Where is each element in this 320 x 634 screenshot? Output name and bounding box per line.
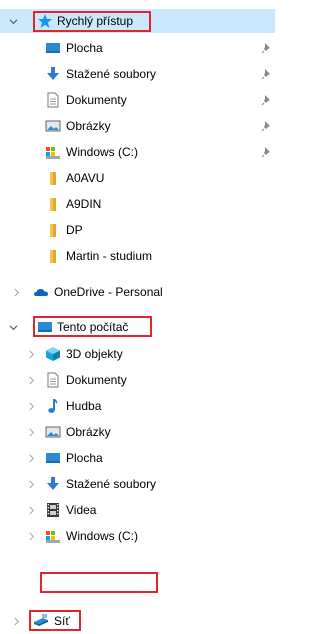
folder-icon xyxy=(45,170,61,186)
nav-label: Dokumenty xyxy=(66,93,127,107)
chevron-right-icon[interactable] xyxy=(26,479,36,489)
desktop-icon xyxy=(45,450,61,466)
nav-label: Dokumenty xyxy=(66,373,127,387)
nav-label: Stažené soubory xyxy=(66,67,157,81)
nav-label: 3D objekty xyxy=(66,347,123,361)
pin-icon[interactable] xyxy=(261,94,273,106)
highlight-box xyxy=(33,11,151,32)
highlight-box xyxy=(40,572,158,593)
nav-item-plocha[interactable]: Plocha xyxy=(0,36,275,60)
download-arrow-icon xyxy=(45,66,61,82)
document-icon xyxy=(45,372,61,388)
drive-icon xyxy=(45,528,61,544)
nav-item-stazene-soubory[interactable]: Stažené soubory xyxy=(0,62,275,86)
nav-label: Windows (C:) xyxy=(66,529,139,543)
nav-label: DP xyxy=(66,223,83,237)
nav-label: A0AVU xyxy=(66,171,105,185)
chevron-right-icon[interactable] xyxy=(26,453,36,463)
chevron-right-icon[interactable] xyxy=(26,375,36,385)
nav-label: Plocha xyxy=(66,41,103,55)
nav-item-plocha-pc[interactable]: Plocha xyxy=(0,446,275,470)
chevron-down-icon[interactable] xyxy=(8,322,18,332)
chevron-right-icon[interactable] xyxy=(11,616,21,626)
nav-label: Hudba xyxy=(66,399,102,413)
folder-icon xyxy=(45,222,61,238)
nav-item-obrazky-pc[interactable]: Obrázky xyxy=(0,420,275,444)
chevron-right-icon[interactable] xyxy=(26,505,36,515)
nav-label: Plocha xyxy=(66,451,103,465)
nav-label: Obrázky xyxy=(66,425,111,439)
nav-item-hudba[interactable]: Hudba xyxy=(0,394,275,418)
desktop-icon xyxy=(45,40,61,56)
nav-item-obrazky[interactable]: Obrázky xyxy=(0,114,275,138)
highlight-box xyxy=(33,316,152,337)
document-icon xyxy=(45,92,61,108)
chevron-right-icon[interactable] xyxy=(26,401,36,411)
nav-label: Martin - studium xyxy=(66,249,153,263)
nav-label: Stažené soubory xyxy=(66,477,157,491)
cloud-icon xyxy=(33,284,49,300)
nav-item-windows-c[interactable]: Windows (C:) xyxy=(0,140,275,164)
drive-icon xyxy=(45,144,61,160)
pictures-icon xyxy=(45,424,61,440)
nav-item-a0avu[interactable]: A0AVU xyxy=(0,166,275,190)
nav-item-dokumenty[interactable]: Dokumenty xyxy=(0,88,275,112)
nav-item-windows-c-pc[interactable]: Windows (C:) xyxy=(0,524,275,548)
nav-item-a9din[interactable]: A9DIN xyxy=(0,192,275,216)
nav-item-martin-studium[interactable]: Martin - studium xyxy=(0,244,275,268)
nav-label: A9DIN xyxy=(66,197,102,211)
film-icon xyxy=(45,502,61,518)
nav-label: OneDrive - Personal xyxy=(54,285,163,299)
highlight-box xyxy=(29,610,81,631)
chevron-right-icon[interactable] xyxy=(26,531,36,541)
nav-label: Windows (C:) xyxy=(66,145,139,159)
nav-label: Videa xyxy=(66,503,97,517)
folder-icon xyxy=(45,248,61,264)
chevron-right-icon[interactable] xyxy=(26,349,36,359)
pictures-icon xyxy=(45,118,61,134)
pin-icon[interactable] xyxy=(261,68,273,80)
download-arrow-icon xyxy=(45,476,61,492)
chevron-right-icon[interactable] xyxy=(11,287,21,297)
nav-item-dokumenty-pc[interactable]: Dokumenty xyxy=(0,368,275,392)
nav-item-stazene-soubory-pc[interactable]: Stažené soubory xyxy=(0,472,275,496)
nav-item-3d-objekty[interactable]: 3D objekty xyxy=(0,342,275,366)
pin-icon[interactable] xyxy=(261,42,273,54)
pin-icon[interactable] xyxy=(261,146,273,158)
chevron-down-icon[interactable] xyxy=(8,16,18,26)
nav-item-dp[interactable]: DP xyxy=(0,218,275,242)
nav-item-videa[interactable]: Videa xyxy=(0,498,275,522)
pin-icon[interactable] xyxy=(261,120,273,132)
folder-icon xyxy=(45,196,61,212)
nav-label: Obrázky xyxy=(66,119,111,133)
nav-item-onedrive[interactable]: OneDrive - Personal xyxy=(0,280,275,304)
cube-3d-icon xyxy=(45,346,61,362)
chevron-right-icon[interactable] xyxy=(26,427,36,437)
music-note-icon xyxy=(45,398,61,414)
